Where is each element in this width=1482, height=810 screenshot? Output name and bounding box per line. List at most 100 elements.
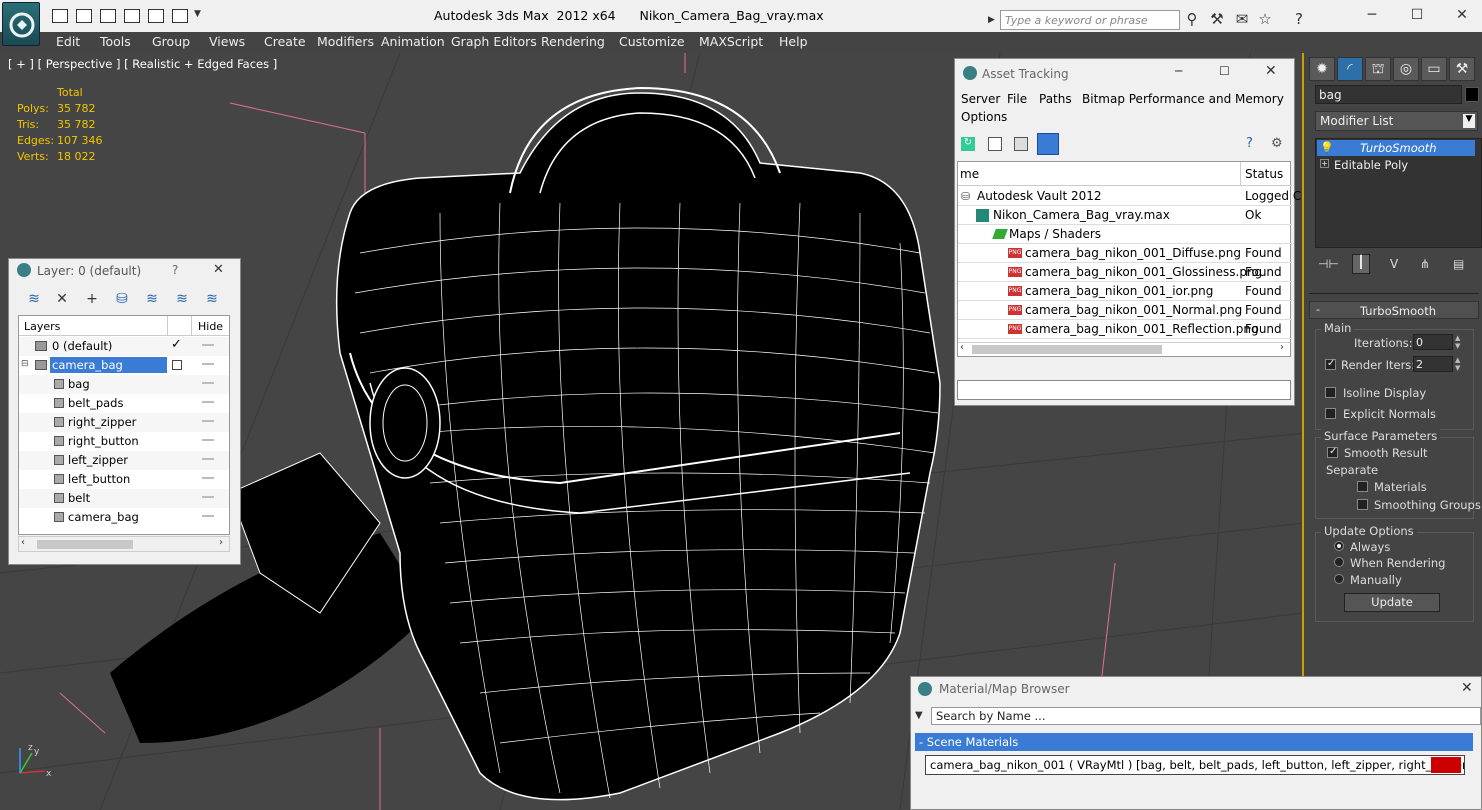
render-iters-checkbox[interactable] bbox=[1325, 358, 1336, 370]
layer-row-camera-bag[interactable]: ⊟ camera_bag bbox=[19, 356, 229, 375]
refresh-icon[interactable]: ↻ bbox=[961, 137, 975, 151]
material-close-button[interactable]: ✕ bbox=[1461, 680, 1473, 696]
help-icon[interactable]: ? bbox=[1290, 10, 1308, 28]
asset-hscrollbar[interactable]: ‹ › bbox=[958, 342, 1290, 356]
tree-view-icon[interactable] bbox=[1014, 137, 1028, 151]
scene-materials-group[interactable]: - Scene Materials bbox=[915, 733, 1473, 751]
open-file-icon[interactable] bbox=[52, 9, 68, 23]
favorites-star-icon[interactable]: ☆ bbox=[1256, 10, 1274, 28]
communication-center-icon[interactable]: ✉ bbox=[1233, 10, 1251, 28]
asset-row[interactable]: Nikon_Camera_Bag_vray.max Ok bbox=[958, 206, 1292, 225]
asset-menu-server[interactable]: Server bbox=[961, 92, 1000, 106]
hold-icon[interactable] bbox=[148, 9, 164, 23]
object-row-right-zipper[interactable]: right_zipper bbox=[19, 413, 229, 432]
iterations-spinner-arrows-icon[interactable]: ▲ ▼ bbox=[1455, 334, 1464, 350]
browser-options-icon[interactable]: ▼ bbox=[915, 710, 923, 721]
menu-edit[interactable]: Edit bbox=[56, 34, 80, 49]
col-name[interactable]: me bbox=[960, 167, 979, 181]
display-tab-icon[interactable]: ▭ bbox=[1421, 57, 1447, 81]
menu-graph-editors[interactable]: Graph Editors bbox=[451, 34, 537, 49]
menu-rendering[interactable]: Rendering bbox=[541, 34, 605, 49]
remove-modifier-icon[interactable]: ⋔ bbox=[1420, 257, 1430, 271]
pin-stack-icon[interactable]: ⊣⊢ bbox=[1318, 257, 1339, 271]
explicit-normals-checkbox[interactable] bbox=[1325, 408, 1336, 419]
render-iters-spinner[interactable]: 2 bbox=[1413, 356, 1453, 372]
redo-icon[interactable] bbox=[124, 9, 140, 23]
create-tab-icon[interactable]: ✹ bbox=[1309, 57, 1335, 81]
hide-toggle-icon[interactable] bbox=[202, 420, 214, 422]
menu-create[interactable]: Create bbox=[264, 34, 306, 49]
modify-tab-icon[interactable]: ◜ bbox=[1337, 57, 1363, 81]
scroll-right-icon[interactable]: › bbox=[219, 537, 223, 548]
update-button[interactable]: Update bbox=[1344, 593, 1440, 612]
scroll-thumb[interactable] bbox=[37, 540, 133, 549]
create-layer-icon[interactable]: ≋ bbox=[25, 291, 43, 307]
object-row-camera-bag[interactable]: camera_bag bbox=[19, 508, 229, 527]
asset-menu-bitmap[interactable]: Bitmap Performance and Memory bbox=[1082, 92, 1284, 106]
highlight-layer-icon[interactable]: ≋ bbox=[143, 291, 161, 307]
quick-access-dropdown-icon[interactable]: ▼ bbox=[194, 9, 204, 23]
object-row-belt[interactable]: belt bbox=[19, 489, 229, 508]
hide-toggle-icon[interactable] bbox=[202, 439, 214, 441]
asset-path-field[interactable] bbox=[957, 380, 1291, 400]
hide-toggle-icon[interactable] bbox=[202, 496, 214, 498]
scroll-left-icon[interactable]: ‹ bbox=[21, 537, 25, 548]
object-row-right-button[interactable]: right_button bbox=[19, 432, 229, 451]
configure-sets-icon[interactable]: ▤ bbox=[1453, 257, 1464, 271]
layer-row-default[interactable]: 0 (default) ✓ bbox=[19, 337, 229, 356]
isoline-display-checkbox[interactable] bbox=[1325, 387, 1336, 398]
save-file-icon[interactable] bbox=[76, 9, 92, 23]
asset-row[interactable]: PNG camera_bag_nikon_001_Reflection.png … bbox=[958, 320, 1292, 339]
hide-toggle-icon[interactable] bbox=[202, 382, 214, 384]
menu-help[interactable]: Help bbox=[779, 34, 808, 49]
object-color-swatch[interactable] bbox=[1465, 87, 1479, 102]
motion-tab-icon[interactable]: ◎ bbox=[1393, 57, 1419, 81]
minimize-button[interactable]: ─ bbox=[1357, 6, 1387, 24]
utilities-tab-icon[interactable]: ⚒ bbox=[1449, 57, 1475, 81]
stack-item-turbosmooth[interactable]: 💡 TurboSmooth bbox=[1317, 140, 1475, 156]
hierarchy-tab-icon[interactable]: ⛫ bbox=[1365, 57, 1391, 81]
modifier-list-dropdown[interactable]: Modifier List ▼ bbox=[1315, 111, 1478, 131]
col-hide[interactable]: Hide bbox=[198, 320, 223, 333]
scroll-thumb[interactable] bbox=[972, 345, 1162, 354]
smoothing-groups-checkbox[interactable] bbox=[1357, 499, 1368, 510]
hide-toggle-icon[interactable] bbox=[202, 458, 214, 460]
dropdown-arrow-icon[interactable]: ▼ bbox=[1463, 114, 1475, 128]
asset-menu-paths[interactable]: Paths bbox=[1039, 92, 1072, 106]
material-search-input[interactable]: Search by Name ... bbox=[931, 707, 1481, 725]
hide-toggle-icon[interactable] bbox=[202, 363, 214, 365]
tools-icon[interactable]: ⚒ bbox=[1208, 10, 1226, 28]
material-item[interactable]: camera_bag_nikon_001 ( VRayMtl ) [bag, b… bbox=[925, 755, 1465, 775]
make-unique-icon[interactable]: Ⅴ bbox=[1390, 257, 1398, 271]
fetch-icon[interactable] bbox=[172, 9, 188, 23]
hide-all-icon[interactable]: ≋ bbox=[173, 291, 191, 307]
table-view-icon[interactable] bbox=[1037, 133, 1059, 155]
object-row-belt-pads[interactable]: belt_pads bbox=[19, 394, 229, 413]
show-end-result-icon[interactable]: ┃ bbox=[1352, 254, 1370, 274]
asset-menu-file[interactable]: File bbox=[1007, 92, 1027, 106]
set-current-icon[interactable] bbox=[172, 360, 182, 370]
asset-minimize-button[interactable]: ─ bbox=[1175, 64, 1182, 78]
asset-help-icon[interactable]: ? bbox=[1246, 136, 1262, 152]
asset-close-button[interactable]: ✕ bbox=[1265, 63, 1277, 79]
menu-tools[interactable]: Tools bbox=[100, 34, 131, 49]
binoculars-icon[interactable]: ⚲ bbox=[1183, 10, 1201, 28]
object-name-field[interactable]: bag bbox=[1315, 85, 1462, 104]
asset-row[interactable]: PNG camera_bag_nikon_001_ior.png Found bbox=[958, 282, 1292, 301]
object-row-left-button[interactable]: left_button bbox=[19, 470, 229, 489]
maximize-button[interactable]: ☐ bbox=[1402, 6, 1432, 24]
search-input[interactable]: Type a keyword or phrase bbox=[1000, 10, 1180, 30]
menu-group[interactable]: Group bbox=[152, 34, 190, 49]
layer-help-button[interactable]: ? bbox=[172, 263, 178, 277]
menu-views[interactable]: Views bbox=[209, 34, 245, 49]
layer-hscrollbar[interactable]: ‹ › bbox=[18, 536, 230, 552]
hide-toggle-icon[interactable] bbox=[202, 344, 214, 346]
freeze-all-icon[interactable]: ≋ bbox=[203, 291, 221, 307]
render-iters-spinner-arrows-icon[interactable]: ▲ ▼ bbox=[1455, 356, 1464, 372]
asset-row[interactable]: Maps / Shaders bbox=[958, 225, 1292, 244]
asset-row[interactable]: ⛁ Autodesk Vault 2012 Logged C bbox=[958, 187, 1301, 206]
col-layers[interactable]: Layers bbox=[24, 320, 60, 333]
stack-item-editable-poly[interactable]: + Editable Poly bbox=[1317, 157, 1475, 173]
list-view-icon[interactable] bbox=[988, 137, 1002, 151]
expand-icon[interactable]: + bbox=[1320, 159, 1329, 168]
